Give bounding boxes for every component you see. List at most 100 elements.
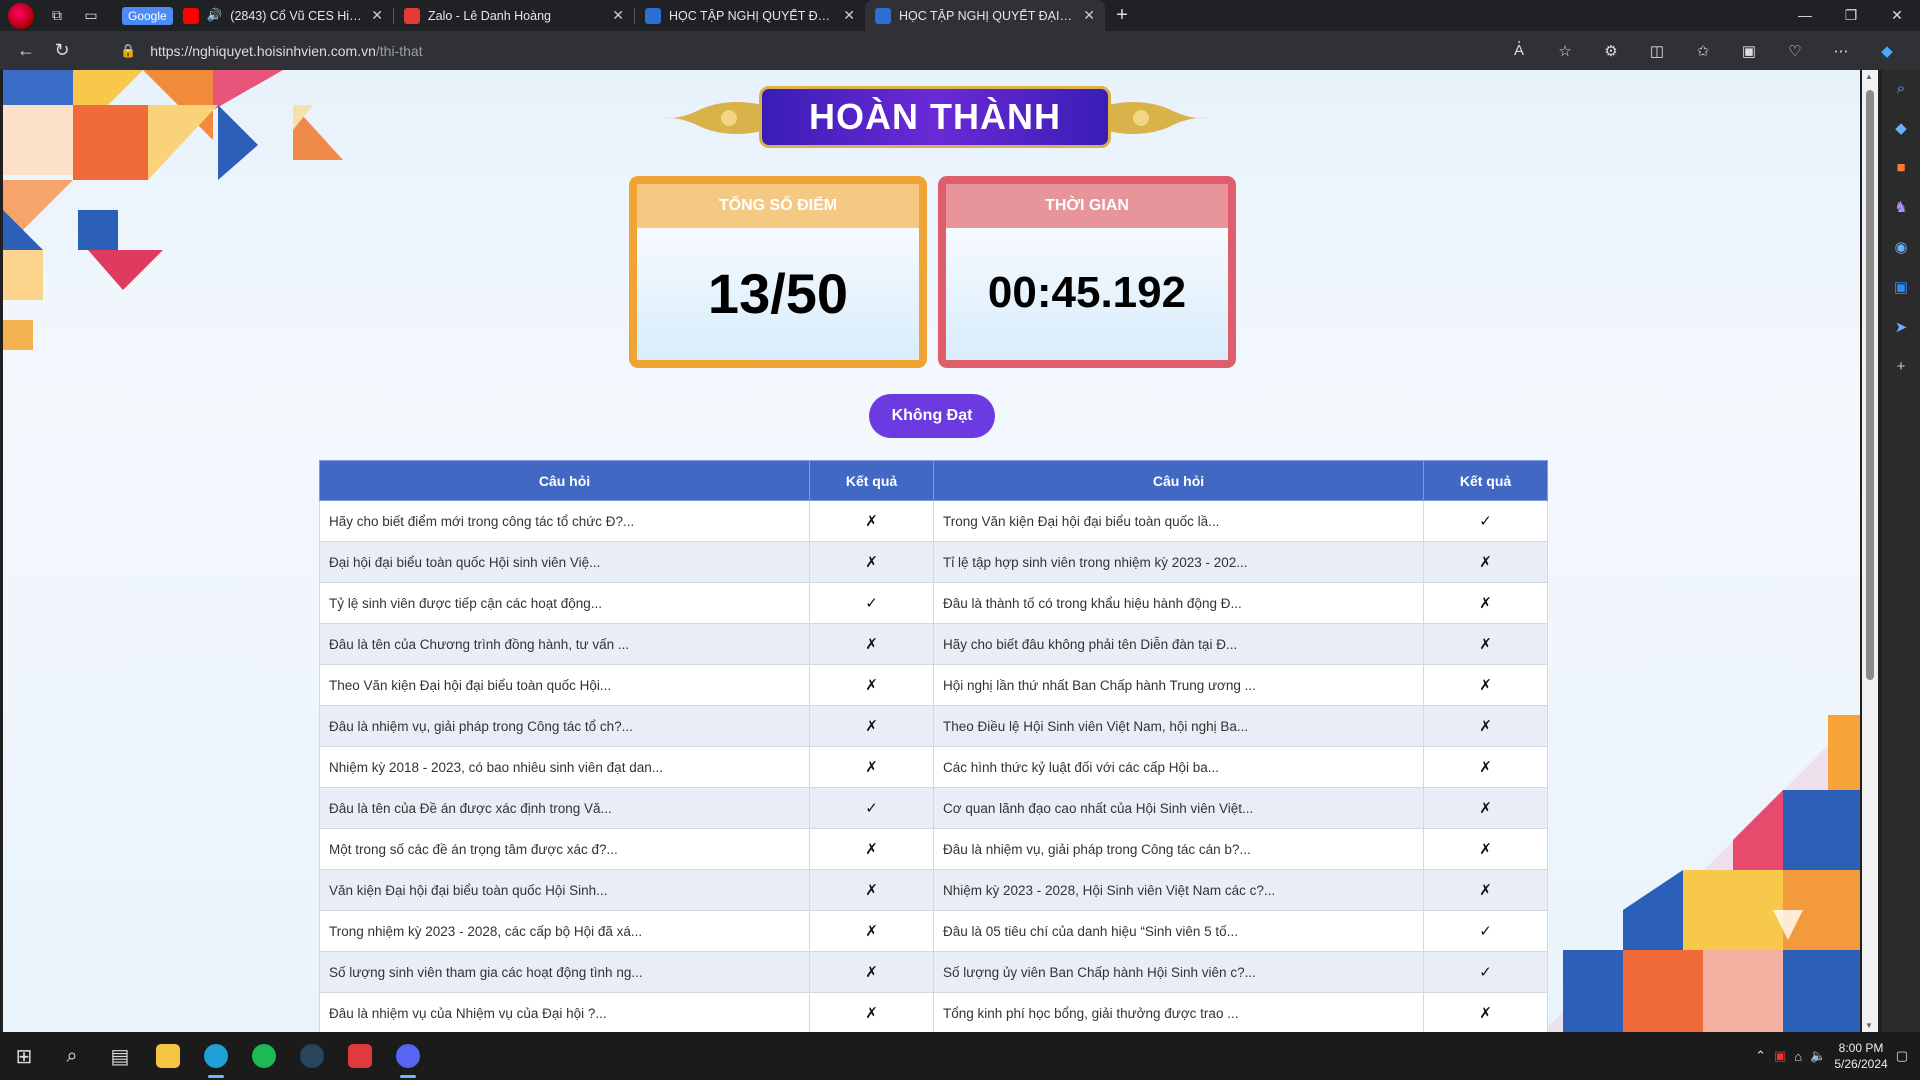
scrollbar-thumb[interactable] [1866,90,1874,680]
result-cell: ✗ [1423,541,1548,583]
header-question: Câu hỏi [319,460,810,501]
sidebar-shopping-icon[interactable]: ◆ [1895,119,1907,137]
result-cell: ✗ [809,828,934,870]
network-icon[interactable]: ⌂ [1794,1049,1802,1064]
vertical-tabs-icon[interactable]: ▭ [74,0,108,31]
question-cell: Đâu là nhiệm vụ, giải pháp trong Công tá… [933,828,1424,870]
score-value: 13/50 [707,261,849,325]
tab-hoc-tap-1[interactable]: HỌC TẬP NGHỊ QUYẾT ĐẠI HỘI ... ✕ [635,0,865,31]
sidebar-add-icon[interactable]: + [1897,358,1906,375]
more-menu-icon[interactable]: ⋯ [1818,42,1864,60]
sidebar-outlook-icon[interactable]: ▣ [1894,278,1908,296]
youtube-icon [182,7,199,24]
sidebar-copilot-icon[interactable]: ◉ [1894,238,1907,256]
sidebar-tools-icon[interactable]: ■ [1896,159,1905,176]
address-bar: ← ↻ 🔒 https://nghiquyet.hoisinhvien.com.… [0,31,1920,70]
page-scrollbar[interactable]: ▲ ▼ [1862,70,1878,1032]
lock-icon[interactable]: 🔒 [120,43,136,59]
steam-icon[interactable] [288,1032,336,1080]
edge-icon[interactable] [192,1032,240,1080]
table-row: Một trong số các đề án trọng tâm được xá… [319,828,1548,870]
tray-app-icon[interactable]: ▣ [1774,1048,1786,1064]
taskbar-search-icon[interactable]: ⌕ [48,1032,96,1080]
table-row: Số lượng sinh viên tham gia các hoạt độn… [319,951,1548,993]
close-icon[interactable]: ✕ [1075,7,1095,24]
table-row: Đâu là tên của Chương trình đồng hành, t… [319,623,1548,665]
question-cell: Các hình thức kỷ luật đối với các cấp Hộ… [933,746,1424,788]
result-cell: ✗ [809,705,934,747]
minimize-icon[interactable]: — [1782,7,1828,24]
volume-icon[interactable]: 🔈 [1810,1048,1826,1064]
score-label: TỔNG SỐ ĐIỂM [637,184,919,228]
start-icon[interactable]: ⊞ [0,1032,48,1080]
decorative-pattern-bottom-right [1543,713,1860,1032]
page-viewport: HOÀN THÀNH TỔNG SỐ ĐIỂM 13/50 THỜI GIAN … [3,70,1860,1032]
question-cell: Văn kiện Đại hội đại biểu toàn quốc Hội … [319,869,810,911]
question-cell: Số lượng ủy viên Ban Chấp hành Hội Sinh … [933,951,1424,993]
question-cell: Theo Văn kiện Đại hội đại biểu toàn quốc… [319,664,810,706]
table-row: Theo Văn kiện Đại hội đại biểu toàn quốc… [319,664,1548,706]
favorite-star-icon[interactable]: ☆ [1542,42,1588,60]
app-icon[interactable] [336,1032,384,1080]
workspaces-icon[interactable]: ⧉ [40,0,74,31]
result-cell: ✗ [1423,828,1548,870]
question-cell: Đâu là nhiệm vụ của Nhiệm vụ của Đại hội… [319,992,810,1032]
split-screen-icon[interactable]: ◫ [1634,42,1680,60]
question-cell: Cơ quan lãnh đạo cao nhất của Hội Sinh v… [933,787,1424,829]
extensions-icon[interactable]: ⚙ [1588,42,1634,60]
question-cell: Hãy cho biết đâu không phải tên Diễn đàn… [933,623,1424,665]
tab-label: (2843) Cổ Vũ CES Himass, T... [230,8,363,23]
favorites-icon[interactable]: ✩ [1680,42,1726,60]
result-cell: ✗ [809,541,934,583]
window-close-icon[interactable]: ✕ [1874,7,1920,24]
google-bookmark[interactable]: Google [122,6,173,25]
question-cell: Tỷ lệ sinh viên được tiếp cận các hoạt đ… [319,582,810,624]
sidebar-send-icon[interactable]: ➤ [1895,318,1908,336]
result-cell: ✗ [1423,582,1548,624]
notifications-icon[interactable]: ▢ [1896,1048,1908,1064]
speaker-icon[interactable]: 🔊 [207,8,223,23]
scroll-down-icon[interactable]: ▼ [1865,1021,1873,1030]
result-cell: ✓ [809,787,934,829]
new-tab-icon[interactable]: + [1105,0,1139,31]
spotify-icon[interactable] [240,1032,288,1080]
question-cell: Nhiệm kỳ 2018 - 2023, có bao nhiêu sinh … [319,746,810,788]
discord-icon[interactable] [384,1032,432,1080]
refresh-icon[interactable]: ↻ [44,31,80,70]
url-path: /thi-that [375,42,423,59]
file-explorer-icon[interactable] [144,1032,192,1080]
header-result: Kết quả [809,460,934,501]
score-box: TỔNG SỐ ĐIỂM 13/50 [629,176,927,368]
completion-banner: HOÀN THÀNH [659,86,1211,148]
restore-icon[interactable]: ❐ [1828,7,1874,24]
question-cell: Hội nghị lần thứ nhất Ban Chấp hành Trun… [933,664,1424,706]
header-result: Kết quả [1423,460,1548,501]
clock[interactable]: 8:00 PM 5/26/2024 [1834,1040,1887,1072]
close-icon[interactable]: ✕ [835,7,855,24]
time-box: THỜI GIAN 00:45.192 [938,176,1236,368]
close-icon[interactable]: ✕ [604,7,624,24]
result-cell: ✗ [1423,787,1548,829]
sidebar-search-icon[interactable]: ⌕ [1897,80,1905,97]
url-field[interactable]: 🔒 https://nghiquyet.hoisinhvien.com.vn/t… [120,43,423,59]
scroll-up-icon[interactable]: ▲ [1865,72,1873,81]
close-icon[interactable]: ✕ [363,7,383,24]
sidebar-games-icon[interactable]: ♞ [1894,198,1907,216]
back-icon[interactable]: ← [8,31,44,70]
tab-hoc-tap-active[interactable]: HỌC TẬP NGHỊ QUYẾT ĐẠI HỘI ... ✕ [865,0,1105,31]
collections-icon[interactable]: ▣ [1726,42,1772,60]
result-status-button[interactable]: Không Đạt [869,394,995,438]
performance-icon[interactable]: ♡ [1772,42,1818,60]
task-view-icon[interactable]: ▤ [96,1032,144,1080]
question-cell: Đâu là nhiệm vụ, giải pháp trong Công tá… [319,705,810,747]
time-value: 00:45.192 [987,268,1187,317]
tab-zalo[interactable]: Zalo - Lê Danh Hoàng ✕ [394,0,634,31]
read-aloud-icon[interactable]: A᷾ [1496,42,1542,59]
profile-avatar[interactable] [8,2,34,29]
tab-youtube[interactable]: Google 🔊 (2843) Cổ Vũ CES Himass, T... ✕ [108,0,393,31]
tray-chevron-icon[interactable]: ⌃ [1755,1048,1766,1064]
table-row: Đâu là nhiệm vụ, giải pháp trong Công tá… [319,705,1548,747]
question-cell: Số lượng sinh viên tham gia các hoạt độn… [319,951,810,993]
system-tray: ⌃ ▣ ⌂ 🔈 8:00 PM 5/26/2024 ▢ [1755,1040,1920,1072]
copilot-icon[interactable]: ◆ [1864,42,1910,60]
